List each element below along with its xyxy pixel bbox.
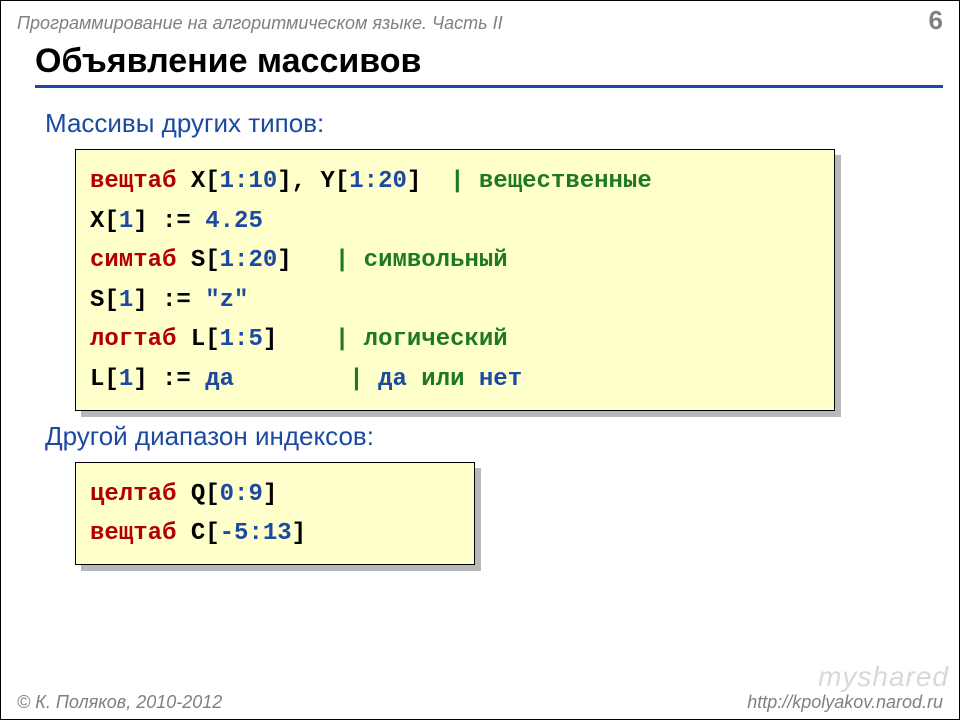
slide-body: Массивы других типов: вещтаб X[1:10], Y[… xyxy=(1,88,959,565)
code-value: нет xyxy=(479,366,522,393)
code-keyword: целтаб xyxy=(90,481,176,508)
slide-header: Программирование на алгоритмическом язык… xyxy=(1,1,959,36)
code-text: X[ xyxy=(90,208,119,235)
code-text: S[ xyxy=(176,247,219,274)
code-text: L[ xyxy=(176,326,219,353)
slide-title: Объявление массивов xyxy=(35,42,943,88)
code-keyword: вещтаб xyxy=(90,520,176,547)
page-number: 6 xyxy=(929,5,943,36)
code-block-2: целтаб Q[0:9] вещтаб C[-5:13] xyxy=(75,462,475,565)
code-index: 1 xyxy=(119,366,133,393)
code-text: ] xyxy=(407,168,450,195)
slide-root: Программирование на алгоритмическом язык… xyxy=(0,0,960,720)
code-value: да xyxy=(205,366,234,393)
slide-footer: © К. Поляков, 2010-2012 http://kpolyakov… xyxy=(1,692,959,713)
code-text xyxy=(234,366,349,393)
code-range: 1:20 xyxy=(349,168,407,195)
code-keyword: симтаб xyxy=(90,247,176,274)
code-range: 1:10 xyxy=(220,168,278,195)
code-text: X[ xyxy=(176,168,219,195)
code-text: ] xyxy=(263,326,335,353)
watermark: myshared xyxy=(818,661,949,693)
code-index: 1 xyxy=(119,287,133,314)
footer-url: http://kpolyakov.narod.ru xyxy=(747,692,943,713)
code-value: да xyxy=(378,366,407,393)
footer-copyright: © К. Поляков, 2010-2012 xyxy=(17,692,222,713)
code-text: ] xyxy=(292,520,306,547)
code-text: ] xyxy=(263,481,277,508)
code-index: 1 xyxy=(119,208,133,235)
code-text: L[ xyxy=(90,366,119,393)
code-block-inner: целтаб Q[0:9] вещтаб C[-5:13] xyxy=(75,462,475,565)
section-heading-1: Массивы других типов: xyxy=(45,108,931,139)
copyright-text: К. Поляков, 2010-2012 xyxy=(30,692,222,712)
code-text: ] := xyxy=(133,366,205,393)
code-text: ], Y[ xyxy=(277,168,349,195)
code-block-1: вещтаб X[1:10], Y[1:20] | вещественные X… xyxy=(75,149,835,411)
code-comment: | xyxy=(349,366,378,393)
code-text: Q[ xyxy=(176,481,219,508)
code-range: 1:5 xyxy=(220,326,263,353)
code-range: -5:13 xyxy=(220,520,292,547)
copyright-symbol: © xyxy=(17,692,30,712)
section-heading-2: Другой диапазон индексов: xyxy=(45,421,931,452)
code-range: 0:9 xyxy=(220,481,263,508)
code-value: "z" xyxy=(205,287,248,314)
code-comment: | символьный xyxy=(335,247,508,274)
code-keyword: вещтаб xyxy=(90,168,176,195)
code-text: ] := xyxy=(133,287,205,314)
code-value: 4.25 xyxy=(205,208,263,235)
code-block-inner: вещтаб X[1:10], Y[1:20] | вещественные X… xyxy=(75,149,835,411)
code-comment: | логический xyxy=(335,326,508,353)
watermark-text: myshared xyxy=(818,661,949,692)
code-comment: | вещественные xyxy=(450,168,652,195)
breadcrumb: Программирование на алгоритмическом язык… xyxy=(17,13,503,34)
code-keyword: логтаб xyxy=(90,326,176,353)
code-text: C[ xyxy=(176,520,219,547)
code-text: ] := xyxy=(133,208,205,235)
code-text: S[ xyxy=(90,287,119,314)
code-range: 1:20 xyxy=(220,247,278,274)
code-comment: или xyxy=(407,366,479,393)
code-text: ] xyxy=(277,247,335,274)
